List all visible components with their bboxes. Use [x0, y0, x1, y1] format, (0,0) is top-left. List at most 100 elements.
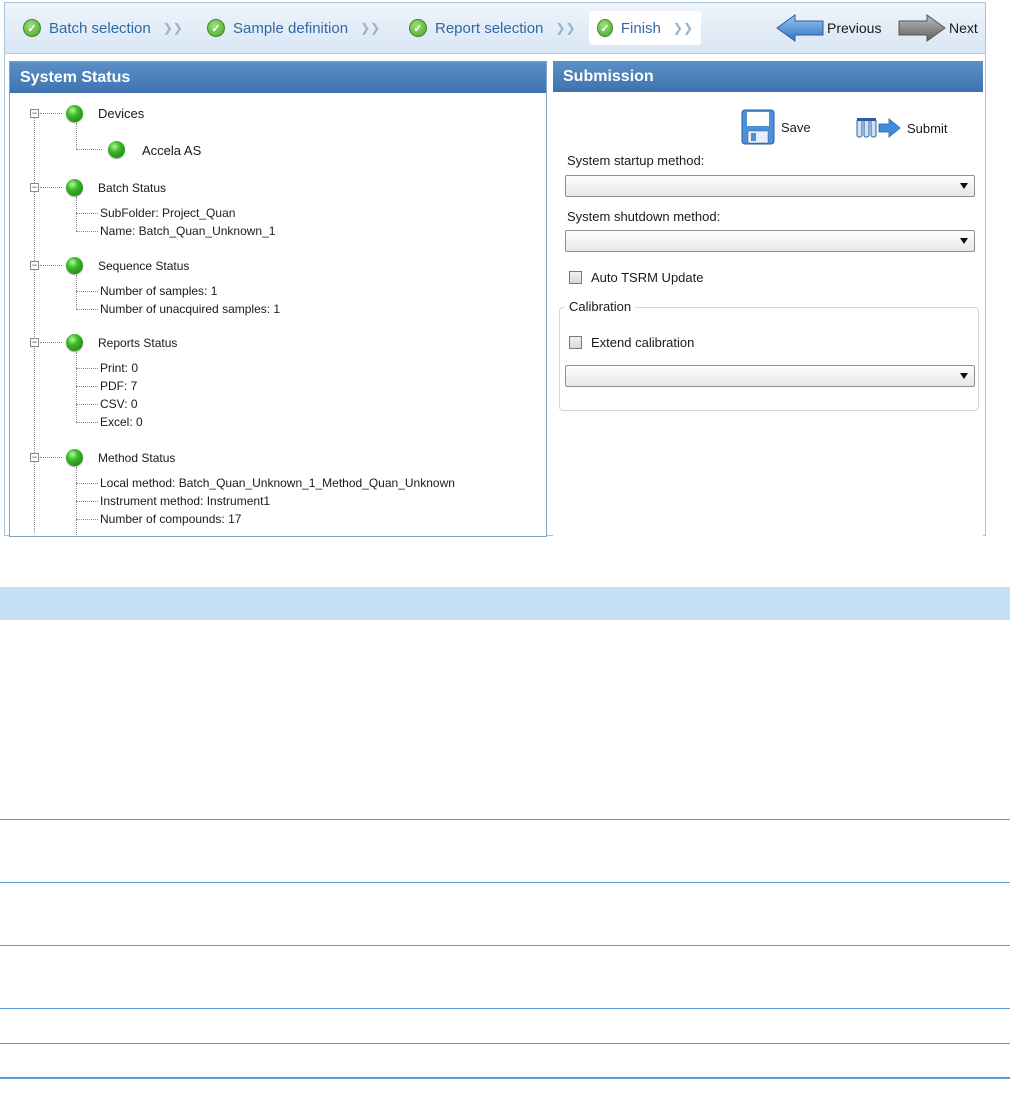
startup-method-select[interactable] [565, 175, 975, 197]
status-led-icon [66, 449, 83, 466]
shutdown-method-label: System shutdown method: [567, 209, 721, 224]
submit-label: Submit [907, 120, 948, 136]
batch-status-label: Batch Status [98, 181, 167, 195]
sequence-item: Number of unacquired samples: 1 [100, 302, 281, 316]
calibration-legend: Calibration [565, 299, 636, 314]
tree-connector [76, 275, 77, 309]
calibration-group [559, 307, 979, 411]
submission-title: Submission [553, 61, 983, 92]
extend-calibration-checkbox[interactable] [569, 336, 582, 349]
auto-tsrm-checkbox[interactable] [569, 271, 582, 284]
previous-button[interactable]: Previous [775, 11, 881, 45]
table-row-divider [0, 819, 1010, 820]
tree-connector [76, 386, 98, 387]
collapse-toggle[interactable]: − [30, 338, 39, 347]
step-label: Sample definition [233, 19, 349, 37]
chevron-right-icon: ❯❯ [672, 21, 693, 35]
devices-label: Devices [98, 106, 145, 121]
tree-connector [40, 265, 62, 266]
auto-tsrm-label: Auto TSRM Update [591, 270, 704, 285]
status-led-icon [66, 105, 83, 122]
tree-connector [76, 368, 98, 369]
step-label: Batch selection [49, 19, 151, 37]
dropdown-arrow-icon [960, 238, 968, 244]
tree-connector [76, 213, 98, 214]
collapse-toggle[interactable]: − [30, 183, 39, 192]
tree-connector [76, 404, 98, 405]
save-disk-icon [741, 109, 775, 145]
system-status-panel: System Status − Devices Accela AS − Batc… [9, 61, 547, 537]
startup-method-label: System startup method: [567, 153, 705, 168]
table-bottom-border [0, 1077, 1010, 1079]
status-led-icon [108, 141, 125, 158]
step-finish[interactable]: ✓ Finish ❯❯ [589, 11, 701, 45]
step-label: Report selection [435, 19, 544, 37]
status-led-icon [66, 334, 83, 351]
step-report-selection[interactable]: ✓ Report selection ❯❯ [401, 11, 584, 45]
method-item: Instrument method: Instrument1 [100, 494, 271, 508]
check-icon: ✓ [207, 19, 225, 37]
tree-connector [76, 149, 102, 150]
tree-connector [40, 113, 62, 114]
table-row-divider [0, 882, 1010, 883]
dropdown-arrow-icon [960, 183, 968, 189]
step-sample-definition[interactable]: ✓ Sample definition ❯❯ [199, 11, 388, 45]
collapse-toggle[interactable]: − [30, 261, 39, 270]
tree-connector [76, 231, 98, 232]
tree-connector [40, 457, 62, 458]
save-button[interactable]: Save [741, 109, 811, 145]
system-status-title: System Status [10, 62, 546, 93]
wizard-step-bar: ✓ Batch selection ❯❯ ✓ Sample definition… [5, 3, 985, 54]
collapse-toggle[interactable]: − [30, 453, 39, 462]
table-row-divider [0, 1008, 1010, 1009]
tree-connector [76, 467, 77, 536]
chevron-right-icon: ❯❯ [360, 21, 381, 35]
step-batch-selection[interactable]: ✓ Batch selection ❯❯ [15, 11, 191, 45]
arrow-left-icon [776, 14, 824, 42]
check-icon: ✓ [409, 19, 427, 37]
submit-vials-icon [856, 118, 901, 138]
tree-connector [76, 483, 98, 484]
reports-item: Print: 0 [100, 361, 139, 375]
check-icon: ✓ [597, 19, 613, 37]
tree-connector [76, 291, 98, 292]
status-led-icon [66, 179, 83, 196]
batch-item: Name: Batch_Quan_Unknown_1 [100, 224, 276, 238]
table-row-divider [0, 945, 1010, 946]
reports-status-label: Reports Status [98, 336, 178, 350]
check-icon: ✓ [23, 19, 41, 37]
method-item: Local method: Batch_Quan_Unknown_1_Metho… [100, 476, 455, 490]
sequence-status-label: Sequence Status [98, 259, 190, 273]
tree-connector [76, 123, 77, 149]
save-label: Save [781, 119, 811, 135]
submit-button[interactable]: Submit [855, 117, 947, 139]
chevron-right-icon: ❯❯ [162, 21, 183, 35]
tree-connector [76, 352, 77, 422]
step-label: Finish [620, 19, 661, 37]
calibration-select[interactable] [565, 365, 975, 387]
device-item: Accela AS [142, 143, 202, 158]
shutdown-method-select[interactable] [565, 230, 975, 252]
dropdown-arrow-icon [960, 373, 968, 379]
reports-item: PDF: 7 [100, 379, 138, 393]
method-item: Number of compounds: 17 [100, 512, 242, 526]
status-led-icon [66, 257, 83, 274]
sequence-item: Number of samples: 1 [100, 284, 218, 298]
arrow-right-icon [898, 14, 946, 42]
wizard-window: ✓ Batch selection ❯❯ ✓ Sample definition… [4, 2, 986, 537]
tree-connector [40, 187, 62, 188]
tree-connector [34, 113, 35, 533]
collapse-toggle[interactable]: − [30, 109, 39, 118]
extend-calibration-label: Extend calibration [591, 335, 695, 350]
table-header-row [0, 587, 1010, 620]
tree-connector [76, 309, 98, 310]
tree-connector [76, 501, 98, 502]
tree-connector [76, 519, 98, 520]
table-row-divider [0, 1043, 1010, 1044]
previous-label: Previous [827, 20, 882, 36]
tree-connector [40, 342, 62, 343]
reports-item: Excel: 0 [100, 415, 143, 429]
batch-item: SubFolder: Project_Quan [100, 206, 236, 220]
next-button[interactable]: Next [897, 11, 978, 45]
tree-connector [76, 422, 98, 423]
